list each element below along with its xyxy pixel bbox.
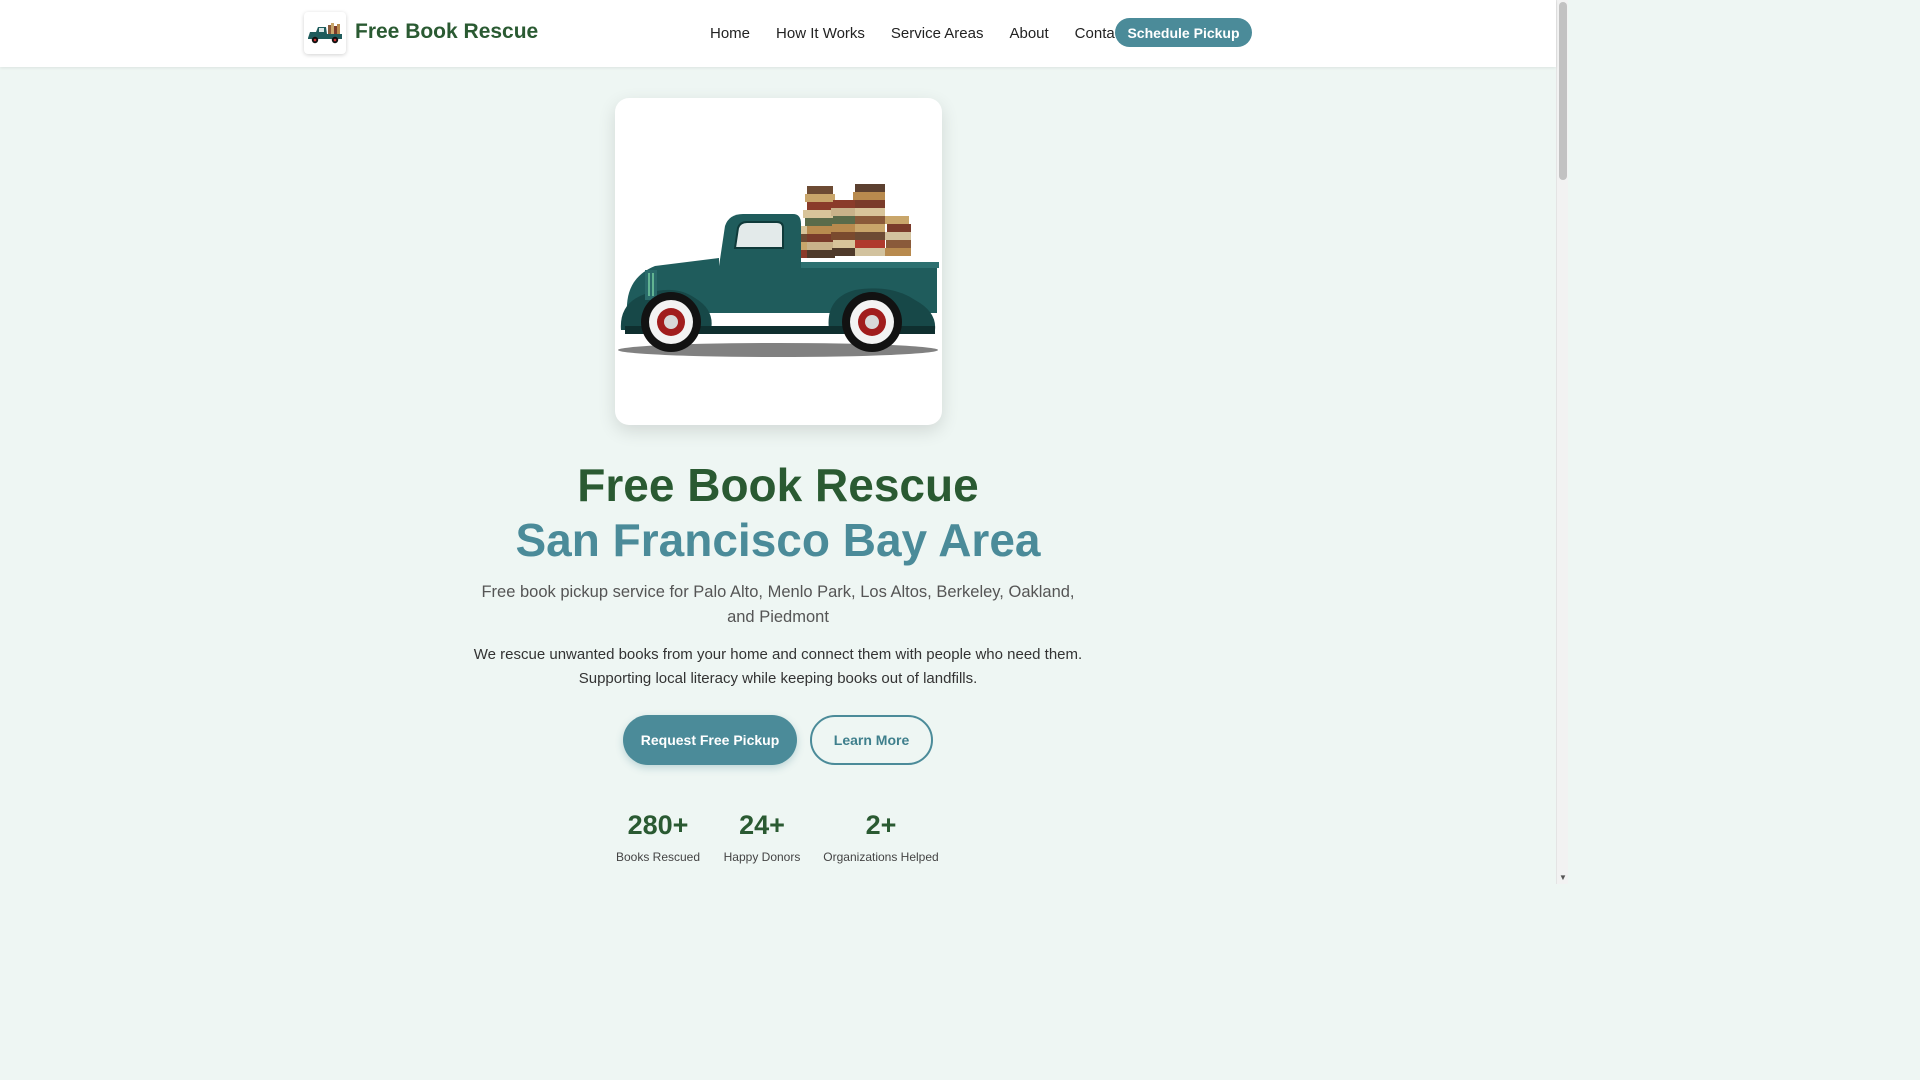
nav-service-areas[interactable]: Service Areas [891,25,984,42]
brand-name[interactable]: Free Book Rescue [355,20,538,44]
book-stack-image [789,184,911,258]
scroll-down-arrow-icon[interactable]: ▼ [1559,874,1567,882]
stat-label: Books Rescued [615,850,701,864]
scrollbar-thumb[interactable] [1559,2,1567,180]
stat-books-rescued: 280+ Books Rescued [613,808,703,864]
nav-home[interactable]: Home [710,25,750,42]
stat-value: 2+ [865,810,897,840]
stat-label: Organizations Helped [823,850,939,864]
stat-organizations-helped: 2+ Organizations Helped [822,808,940,864]
main-nav: Home How It Works Service Areas About Co… [710,25,1126,42]
hero-description: We rescue unwanted books from your home … [473,646,1083,687]
stat-label: Happy Donors [723,850,801,864]
stat-value: 24+ [739,810,785,840]
stat-value: 280+ [627,810,689,840]
page-scrollbar[interactable]: ▼ [1556,0,1568,884]
truck-logo-icon[interactable] [304,12,346,54]
hero-image-card [615,98,942,425]
schedule-pickup-button[interactable]: Schedule Pickup [1115,18,1252,47]
rear-wheel-image [842,292,902,352]
hero-subtitle: San Francisco Bay Area [515,514,1041,566]
hero-title: Free Book Rescue [577,459,979,511]
stat-happy-donors: 24+ Happy Donors [720,808,804,864]
nav-how-it-works[interactable]: How It Works [776,25,865,42]
hero-tagline: Free book pickup service for Palo Alto, … [481,583,1075,626]
learn-more-button[interactable]: Learn More [810,715,933,765]
request-free-pickup-button[interactable]: Request Free Pickup [623,715,797,765]
site-header: Free Book Rescue Home How It Works Servi… [0,0,1556,67]
nav-about[interactable]: About [1009,25,1048,42]
vintage-truck-with-books-image [618,184,939,357]
front-wheel-image [641,292,701,352]
